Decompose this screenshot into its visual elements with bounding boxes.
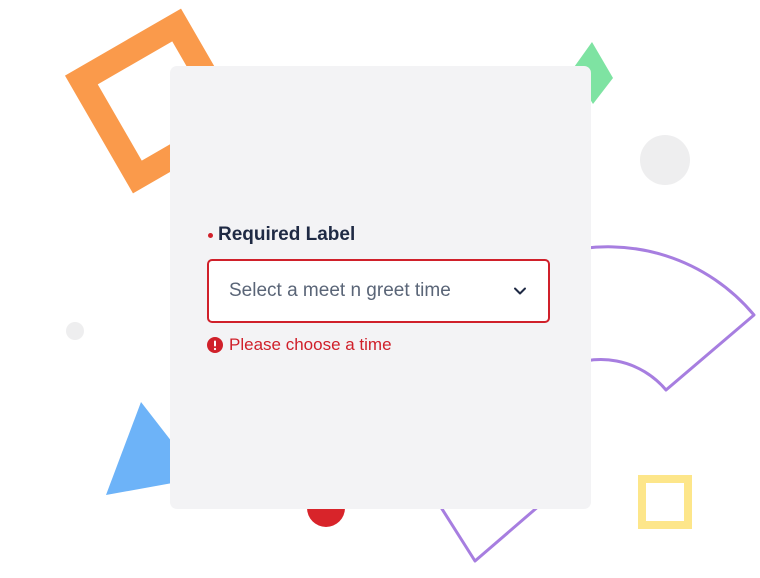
small-gray-circle-shape — [66, 322, 84, 340]
select-placeholder: Select a meet n greet time — [229, 280, 451, 301]
field-label-row: Required Label — [206, 224, 556, 246]
exclamation-circle-icon — [207, 337, 223, 353]
gray-circle-shape — [640, 135, 690, 185]
time-select-field: Required Label Select a meet n greet tim… — [206, 224, 556, 354]
error-message-row: Please choose a time — [207, 335, 392, 355]
error-message: Please choose a time — [229, 335, 392, 354]
form-card: Required Label Select a meet n greet tim… — [170, 66, 591, 509]
time-select-dropdown[interactable]: Select a meet n greet time — [207, 259, 550, 323]
chevron-down-icon — [512, 283, 528, 299]
field-label: Required Label — [218, 224, 356, 245]
yellow-square-shape — [638, 475, 692, 529]
required-dot-icon — [208, 232, 213, 238]
